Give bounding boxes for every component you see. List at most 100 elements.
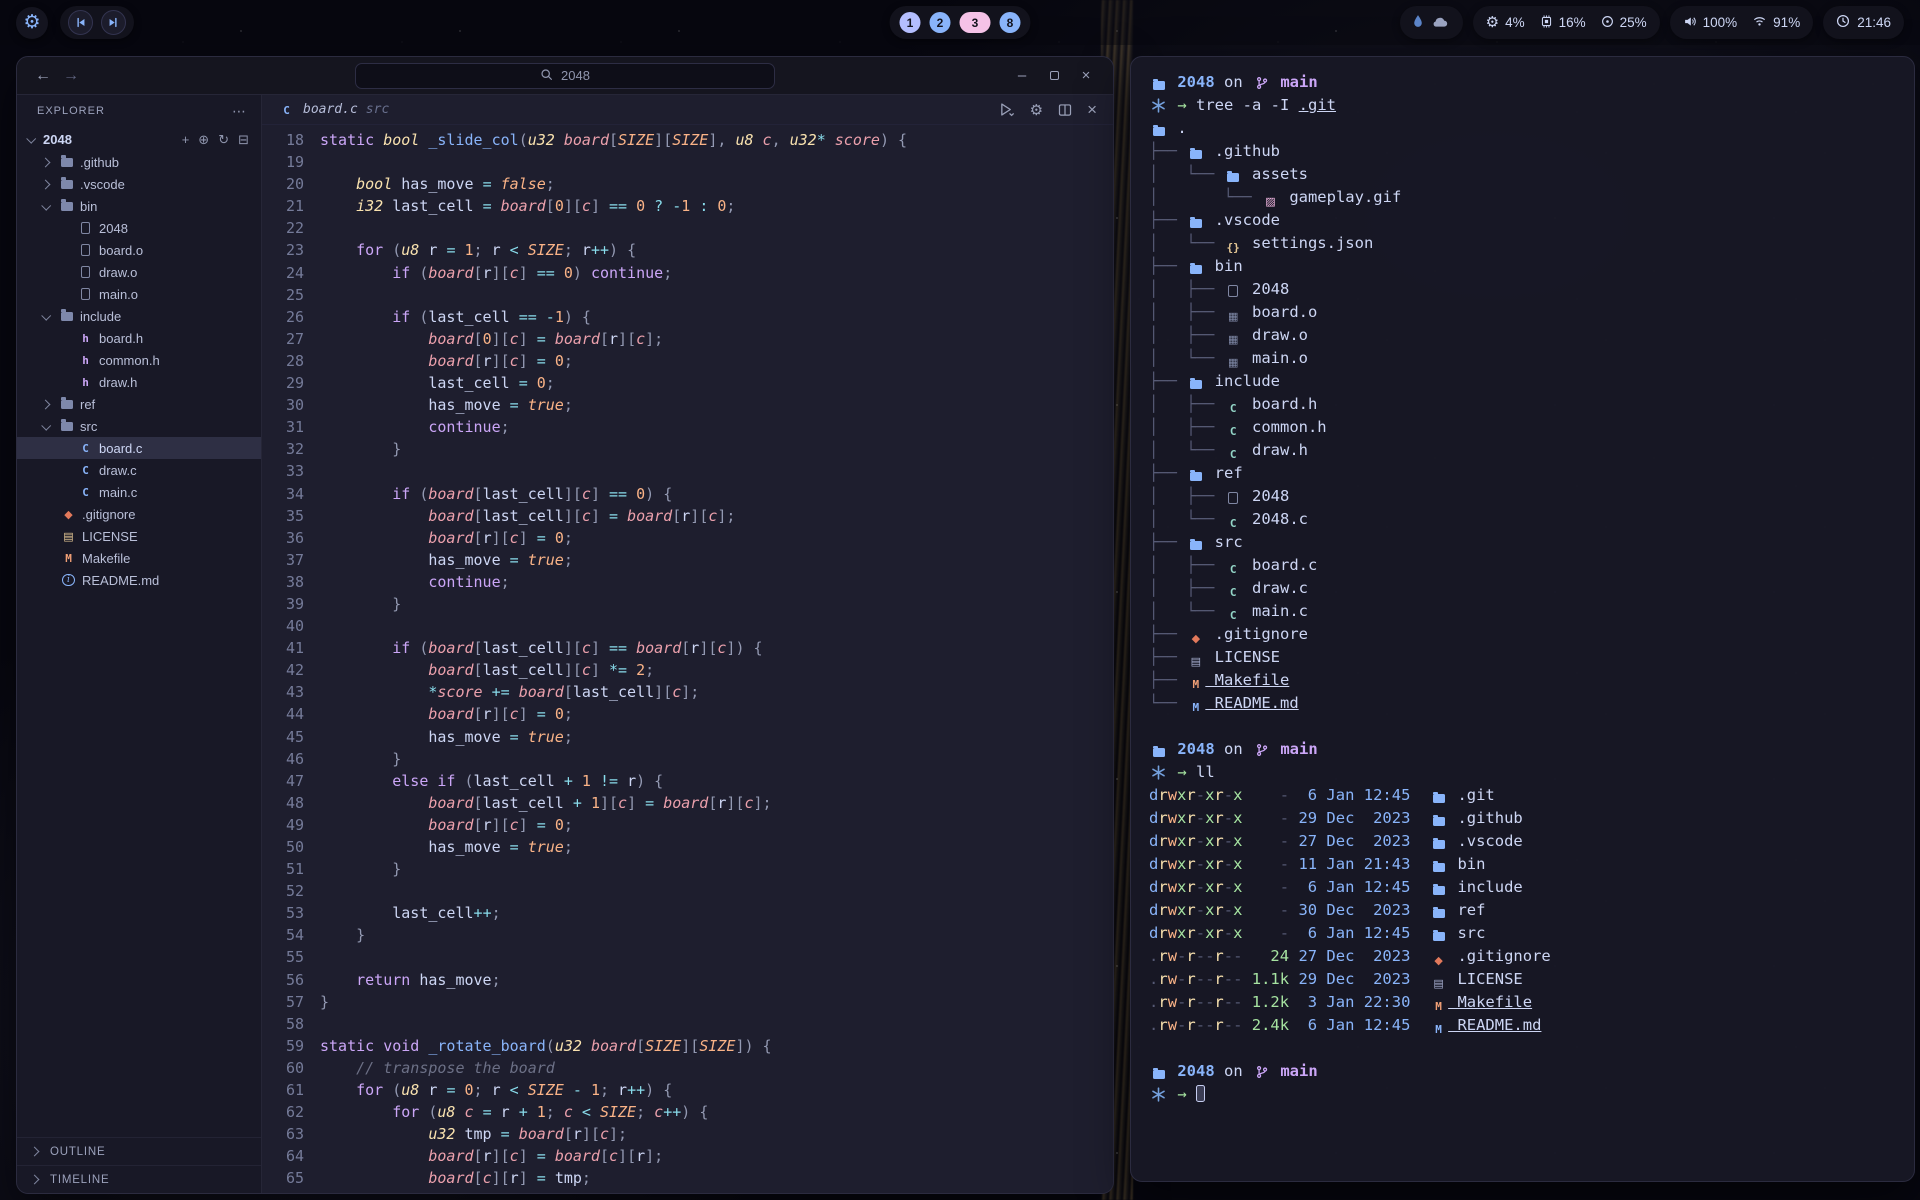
command-center-search[interactable]: 2048: [355, 63, 775, 89]
folder-blue-icon: [1149, 77, 1168, 95]
terminal-line: [1149, 715, 1896, 738]
chevron-right-icon: [41, 399, 51, 409]
tree-item-include[interactable]: include: [17, 305, 261, 327]
tree-item-label: board.o: [99, 243, 143, 258]
terminal-line: .: [1149, 117, 1896, 140]
terminal-line: │ └── C main.c: [1149, 600, 1896, 623]
line-number: 52: [262, 880, 304, 902]
terminal-line: → tree -a -I .git: [1149, 94, 1896, 117]
media-next-button[interactable]: [101, 10, 126, 35]
close-editor-button[interactable]: ×: [1087, 100, 1097, 120]
nav-back-button[interactable]: ←: [29, 62, 57, 90]
close-button[interactable]: ×: [1071, 62, 1101, 90]
tree-item-main.o[interactable]: main.o: [17, 283, 261, 305]
tree-item-.github[interactable]: .github: [17, 151, 261, 173]
tree-item-README.md[interactable]: iREADME.md: [17, 569, 261, 591]
collapse-all-button[interactable]: ⊟: [238, 133, 249, 146]
line-number: 32: [262, 438, 304, 460]
tree-item-common.h[interactable]: hcommon.h: [17, 349, 261, 371]
book-icon: ▤: [1186, 653, 1205, 671]
run-button[interactable]: [999, 102, 1015, 117]
tab-directory-hint: src: [366, 102, 389, 117]
code-line: board[last_cell][c] *= 2;: [320, 659, 1113, 681]
tree-item-.gitignore[interactable]: ◆.gitignore: [17, 503, 261, 525]
tree-item-.vscode[interactable]: .vscode: [17, 173, 261, 195]
skip-back-icon: [75, 17, 86, 28]
tree-item-label: ref: [80, 397, 95, 412]
tree-item-bin[interactable]: bin: [17, 195, 261, 217]
tree-root-2048[interactable]: 2048 + ⊕ ↻ ⊟: [17, 127, 261, 151]
maximize-button[interactable]: [1039, 62, 1069, 90]
c-lang-icon: C: [1224, 584, 1243, 602]
timeline-section[interactable]: TIMELINE: [17, 1165, 261, 1193]
code-line: has_move = true;: [320, 549, 1113, 571]
code-line: [320, 946, 1113, 968]
workspace-1[interactable]: 1: [900, 12, 921, 33]
tree-item-label: Makefile: [82, 551, 130, 566]
tree-item-LICENSE[interactable]: ▤LICENSE: [17, 525, 261, 547]
app-launcher-button[interactable]: ⚙: [16, 7, 48, 39]
makefile-icon: M: [1186, 676, 1205, 694]
split-editor-button[interactable]: [1058, 103, 1072, 117]
tree-item-board.o[interactable]: board.o: [17, 239, 261, 261]
terminal-line: 2048 on main: [1149, 71, 1896, 94]
explorer-header[interactable]: EXPLORER ⋯: [17, 95, 261, 127]
tree-item-Makefile[interactable]: MMakefile: [17, 547, 261, 569]
close-icon: ×: [1087, 100, 1097, 120]
line-number: 31: [262, 416, 304, 438]
code-editor[interactable]: 1819202122232425262728293031323334353637…: [262, 125, 1113, 1193]
code-line: board[last_cell][c] = board[r][c];: [320, 505, 1113, 527]
terminal-cursor[interactable]: [1196, 1085, 1205, 1102]
terminal-window[interactable]: 2048 on main → tree -a -I .git .├── .git…: [1130, 56, 1915, 1182]
image-icon: ▨: [1261, 193, 1280, 211]
folder-blue-icon: [1429, 882, 1448, 900]
tree-item-draw.h[interactable]: hdraw.h: [17, 371, 261, 393]
new-folder-button[interactable]: ⊕: [198, 133, 209, 146]
tree-item-main.c[interactable]: Cmain.c: [17, 481, 261, 503]
code-line: }: [320, 438, 1113, 460]
nav-forward-button[interactable]: →: [57, 62, 85, 90]
line-number: 44: [262, 703, 304, 725]
file-icon: [77, 220, 94, 236]
markdown-icon: M: [1186, 699, 1205, 717]
json-icon: {}: [1224, 239, 1243, 257]
media-prev-button[interactable]: [68, 10, 93, 35]
tree-item-draw.o[interactable]: draw.o: [17, 261, 261, 283]
code-line: }: [320, 858, 1113, 880]
clock-widget[interactable]: 21:46: [1823, 6, 1904, 39]
settings-button[interactable]: ⚙: [1030, 101, 1043, 119]
tree-item-src[interactable]: src: [17, 415, 261, 437]
outline-section[interactable]: OUTLINE: [17, 1137, 261, 1165]
line-number: 21: [262, 195, 304, 217]
line-number-gutter: 1819202122232425262728293031323334353637…: [262, 125, 320, 1193]
new-file-button[interactable]: +: [182, 133, 190, 146]
chevron-right-icon: [41, 179, 51, 189]
workspace-8[interactable]: 8: [1000, 12, 1021, 33]
more-actions-icon[interactable]: ⋯: [232, 103, 247, 120]
media-controls: [60, 6, 134, 39]
workspace-3[interactable]: 3: [960, 12, 991, 33]
line-number: 24: [262, 262, 304, 284]
minimize-button[interactable]: –: [1007, 62, 1037, 90]
tree-item-2048[interactable]: 2048: [17, 217, 261, 239]
c-file-icon: C: [77, 484, 94, 500]
topbar: ⚙ 1238 ⚙4% 16% 25% 100% 91% 21:46: [0, 0, 1920, 45]
code-line: board[r][c] = 0;: [320, 350, 1113, 372]
workspace-2[interactable]: 2: [930, 12, 951, 33]
tree-item-label: LICENSE: [82, 529, 138, 544]
gear-icon: ⚙: [23, 13, 40, 32]
tree-item-ref[interactable]: ref: [17, 393, 261, 415]
editor-titlebar: ← → 2048 – ×: [17, 57, 1113, 95]
folder-blue-icon: [1186, 376, 1205, 394]
tab-board-c[interactable]: board.c: [303, 102, 358, 117]
terminal-line: │ ├── ▦ board.o: [1149, 301, 1896, 324]
tree-item-board.h[interactable]: hboard.h: [17, 327, 261, 349]
terminal-line: ├── ◆ .gitignore: [1149, 623, 1896, 646]
tree-item-board.c[interactable]: Cboard.c: [17, 437, 261, 459]
book-icon: ▤: [1429, 975, 1448, 993]
gitfile-icon: ◆: [1186, 630, 1205, 648]
tree-item-draw.c[interactable]: Cdraw.c: [17, 459, 261, 481]
refresh-button[interactable]: ↻: [218, 133, 229, 146]
terminal-line: → ll: [1149, 761, 1896, 784]
explorer-sidebar: EXPLORER ⋯ 2048 + ⊕ ↻ ⊟ .github.vscodebi…: [17, 95, 262, 1193]
